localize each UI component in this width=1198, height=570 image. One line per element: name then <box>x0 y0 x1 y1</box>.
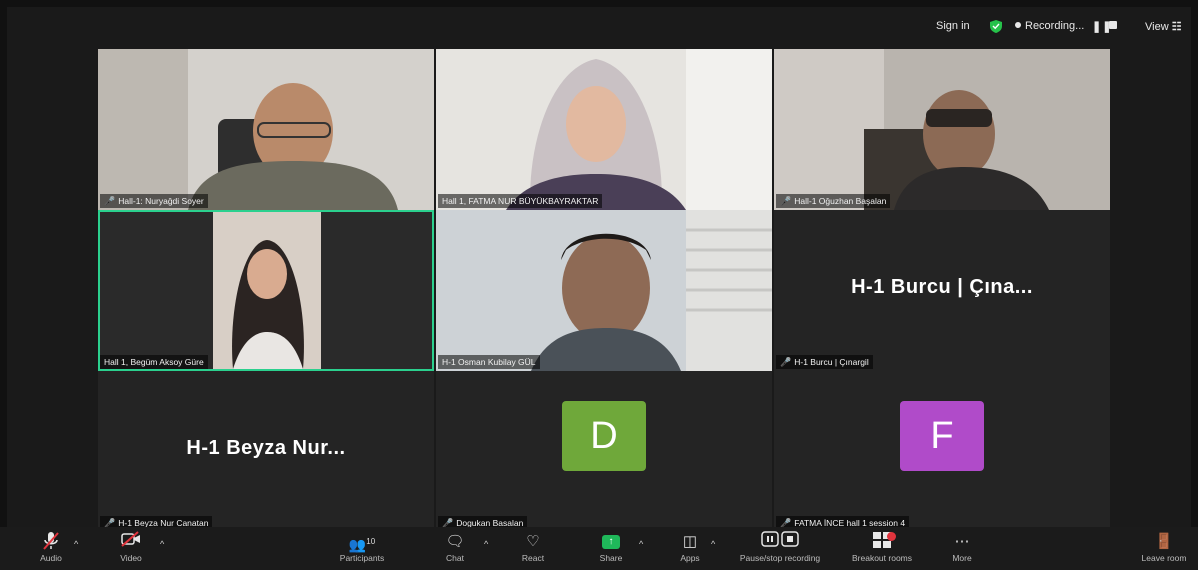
participant-name: Hall 1, Begüm Aksoy Güre <box>104 357 204 367</box>
video-label: Video <box>120 553 142 563</box>
sign-in-link[interactable]: Sign in <box>936 20 970 32</box>
recording-label: Recording... <box>1025 20 1085 32</box>
breakout-rooms-label: Breakout rooms <box>852 553 912 563</box>
view-button[interactable]: View ☷ <box>1145 20 1182 33</box>
shield-icon[interactable] <box>990 20 1002 36</box>
audio-button[interactable]: Audio <box>33 531 69 563</box>
participant-video <box>213 212 321 369</box>
view-label: View <box>1145 21 1169 33</box>
video-off-icon <box>113 531 149 553</box>
avatar: D <box>562 401 646 471</box>
muted-mic-icon: 🎤 <box>104 196 116 206</box>
apps-icon: ◫ <box>682 533 698 550</box>
participant-label: Hall 1, Begüm Aksoy Güre <box>100 355 208 369</box>
participant-name: H-1 Osman Kubilay GÜL <box>442 357 536 367</box>
participant-video <box>436 49 772 210</box>
meeting-toolbar: Audio ^ Video ^ 👥10 Participants 🗨 Chat … <box>0 527 1198 570</box>
audio-label: Audio <box>40 553 62 563</box>
top-bar: Sign in Recording... ❚❚ View ☷ <box>7 7 1191 47</box>
participant-video <box>774 49 1110 210</box>
pause-stop-label: Pause/stop recording <box>739 553 821 563</box>
share-screen-icon: ↑ <box>602 535 620 550</box>
share-button[interactable]: ↑ Share <box>594 531 628 563</box>
video-tile-beyza[interactable]: H-1 Beyza Nur... 🎤 H-1 Beyza Nur Canatan <box>98 371 434 532</box>
video-button[interactable]: Video <box>113 531 149 563</box>
more-button[interactable]: ⋯ More <box>947 531 977 563</box>
chat-options-chevron-icon[interactable]: ^ <box>484 539 488 549</box>
video-tile-fatma-nur[interactable]: Hall 1, FATMA NUR BÜYÜKBAYRAKTAR <box>436 49 772 210</box>
share-screen-wrapper: ↑ <box>594 531 628 553</box>
more-icon: ⋯ <box>954 533 970 550</box>
pause-stop-icon <box>728 531 832 553</box>
participant-name: H-1 Burcu | Çınargil <box>794 357 869 367</box>
muted-mic-icon: 🎤 <box>780 357 792 367</box>
chat-button[interactable]: 🗨 Chat <box>440 531 470 563</box>
participants-icon: 👥10 <box>348 536 376 553</box>
recording-indicator: Recording... <box>1015 20 1084 32</box>
audio-options-chevron-icon[interactable]: ^ <box>74 539 78 549</box>
more-label: More <box>952 553 972 563</box>
notification-badge <box>887 532 896 541</box>
participant-label: 🎤 H-1 Burcu | Çınargil <box>776 355 873 369</box>
participant-label: 🎤 Hall-1: Nuryağdi Soyer <box>100 194 208 208</box>
video-tile-burcu[interactable]: H-1 Burcu | Çına... 🎤 H-1 Burcu | Çınargi… <box>774 210 1110 371</box>
participant-video <box>436 210 772 371</box>
video-tile-fatma-ince[interactable]: F 🎤 FATMA İNCE hall 1 session 4 <box>774 371 1110 532</box>
video-tile-osman[interactable]: H-1 Osman Kubilay GÜL <box>436 210 772 371</box>
video-tile-dogukan[interactable]: D 🎤 Dogukan Basalan <box>436 371 772 532</box>
participants-button[interactable]: 👥10 Participants <box>332 531 392 563</box>
breakout-rooms-button[interactable]: Breakout rooms <box>843 531 921 563</box>
participant-label: Hall 1, FATMA NUR BÜYÜKBAYRAKTAR <box>438 194 603 208</box>
breakout-rooms-icon <box>843 531 921 553</box>
recording-dot-icon <box>1015 22 1021 28</box>
video-tile-nuryagdi[interactable]: 🎤 Hall-1: Nuryağdi Soyer <box>98 49 434 210</box>
meeting-window: Sign in Recording... ❚❚ View ☷ 🎤 Hall-1: … <box>7 7 1191 532</box>
leave-room-label: Leave room <box>1141 553 1187 563</box>
leave-room-button[interactable]: 🚪 Leave room <box>1136 531 1192 563</box>
chat-icon: 🗨 <box>445 533 465 550</box>
avatar: F <box>900 401 984 471</box>
share-label: Share <box>599 553 623 563</box>
leave-icon: 🚪 <box>1154 533 1174 550</box>
participant-video <box>98 49 434 210</box>
muted-microphone-icon <box>33 531 69 553</box>
participant-name: Hall-1: Nuryağdi Soyer <box>118 196 204 206</box>
grid-view-icon: ☷ <box>1171 21 1182 33</box>
participants-label: Participants <box>339 553 385 563</box>
apps-label: Apps <box>680 553 700 563</box>
apps-options-chevron-icon[interactable]: ^ <box>711 539 715 549</box>
react-button[interactable]: ♡ React <box>517 531 549 563</box>
muted-mic-icon: 🎤 <box>780 196 792 206</box>
pause-stop-recording-button[interactable]: Pause/stop recording <box>728 531 832 563</box>
share-options-chevron-icon[interactable]: ^ <box>639 539 643 549</box>
video-tile-begum[interactable]: Hall 1, Begüm Aksoy Güre <box>98 210 434 371</box>
participant-display-name: H-1 Beyza Nur... <box>186 437 346 459</box>
participant-name: Hall 1, FATMA NUR BÜYÜKBAYRAKTAR <box>442 196 599 206</box>
participants-count: 10 <box>366 537 376 546</box>
heart-icon: ♡ <box>526 533 540 550</box>
react-label: React <box>521 553 545 563</box>
participant-display-name: H-1 Burcu | Çına... <box>851 276 1033 298</box>
apps-button[interactable]: ◫ Apps <box>675 531 705 563</box>
participant-label: H-1 Osman Kubilay GÜL <box>438 355 540 369</box>
video-options-chevron-icon[interactable]: ^ <box>160 539 164 549</box>
chat-label: Chat <box>446 553 464 563</box>
participant-label: 🎤 Hall-1 Oğuzhan Başalan <box>776 194 891 208</box>
stop-recording-icon[interactable] <box>1109 20 1117 32</box>
participant-name: Hall-1 Oğuzhan Başalan <box>794 196 887 206</box>
video-tile-oguzhan[interactable]: 🎤 Hall-1 Oğuzhan Başalan <box>774 49 1110 210</box>
